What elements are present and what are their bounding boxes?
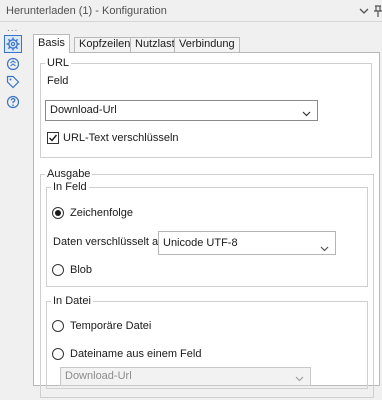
- output-group-title: Ausgabe: [45, 168, 93, 180]
- window-title: Herunterladen (1) - Konfiguration: [6, 5, 167, 17]
- in-field-title: In Feld: [51, 181, 89, 193]
- chevron-down-icon: [295, 372, 304, 382]
- in-file-title: In Datei: [51, 295, 93, 307]
- filename-field-select[interactable]: Download-Url: [60, 367, 311, 386]
- gear-icon[interactable]: [4, 35, 22, 53]
- annotation-icon[interactable]: [5, 56, 21, 72]
- tag-icon[interactable]: [5, 74, 21, 90]
- filename-from-field-label[interactable]: Dateiname aus einem Feld: [70, 348, 201, 360]
- encoding-label: Daten verschlüsselt als: [53, 236, 167, 248]
- field-label: Feld: [47, 75, 69, 87]
- temp-file-label[interactable]: Temporäre Datei: [70, 320, 151, 332]
- encoding-select[interactable]: Unicode UTF-8: [158, 231, 336, 255]
- filename-field-value: Download-Url: [65, 370, 132, 382]
- in-field-group: In Feld Zeichenfolge Daten verschlüsselt…: [46, 181, 368, 287]
- filename-from-field-radio[interactable]: [52, 348, 64, 360]
- encode-url-label[interactable]: URL-Text verschlüsseln: [63, 132, 179, 144]
- blob-label[interactable]: Blob: [70, 264, 92, 276]
- tab-verbindung[interactable]: Verbindung: [174, 37, 240, 52]
- in-file-group: In Datei Temporäre Datei Dateiname aus e…: [46, 295, 368, 389]
- output-group: Ausgabe In Feld Zeichenfolge Daten versc…: [40, 168, 374, 398]
- chevron-down-icon: [302, 106, 311, 117]
- window-titlebar: Herunterladen (1) - Konfiguration: [0, 0, 382, 22]
- checkmark-icon: [49, 134, 58, 142]
- tab-nutzlast[interactable]: Nutzlast: [130, 37, 180, 52]
- url-field-value: Download-Url: [50, 104, 117, 116]
- string-label[interactable]: Zeichenfolge: [70, 207, 133, 219]
- temp-file-radio[interactable]: [52, 320, 64, 332]
- configuration-panel: Basis Kopfzeilen Nutzlast Verbindung URL…: [33, 34, 380, 398]
- url-group-title: URL: [45, 57, 72, 69]
- pin-icon[interactable]: [371, 4, 382, 18]
- chevron-down-icon[interactable]: [357, 4, 371, 18]
- blob-radio[interactable]: [52, 264, 64, 276]
- url-field-select[interactable]: Download-Url: [45, 100, 318, 121]
- sidebar-more[interactable]: ...: [7, 23, 18, 34]
- chevron-down-icon: [320, 239, 329, 252]
- tab-kopfzeilen[interactable]: Kopfzeilen: [74, 37, 136, 52]
- url-group: URL Feld Download-Url URL-Text verschlüs…: [40, 57, 372, 158]
- encode-url-checkbox[interactable]: [47, 132, 59, 144]
- sidebar: ...: [0, 22, 26, 400]
- tab-content-basis: URL Feld Download-Url URL-Text verschlüs…: [33, 52, 380, 398]
- tab-basis[interactable]: Basis: [33, 34, 70, 53]
- encoding-value: Unicode UTF-8: [163, 237, 238, 249]
- help-icon[interactable]: [5, 94, 21, 110]
- string-radio[interactable]: [52, 207, 64, 219]
